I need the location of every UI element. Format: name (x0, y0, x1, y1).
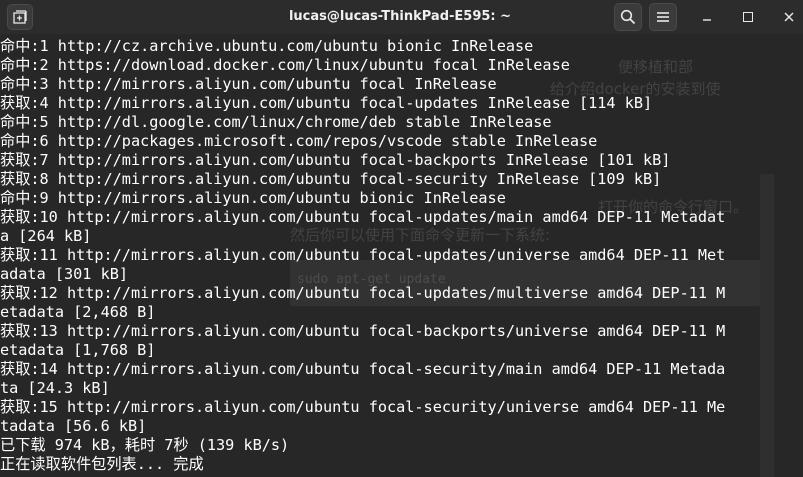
terminal-line: 获取:14 http://mirrors.aliyun.com/ubuntu f… (0, 360, 726, 378)
new-tab-icon (13, 10, 27, 24)
terminal-line: 正在读取软件包列表... 完成 (0, 455, 204, 473)
terminal-line: etadata [1,768 B] (0, 341, 156, 359)
close-icon (784, 12, 794, 22)
terminal-line: tadata [56.6 kB] (0, 417, 147, 435)
terminal-line: a [264 kB] (0, 227, 92, 245)
terminal-text: 命中:1 http://cz.archive.ubuntu.com/ubuntu… (0, 37, 725, 474)
search-icon (620, 9, 636, 25)
terminal-line: 已下载 974 kB，耗时 7秒 (139 kB/s) (0, 436, 290, 454)
terminal-line: 获取:11 http://mirrors.aliyun.com/ubuntu f… (0, 246, 726, 264)
menu-button[interactable] (649, 3, 677, 31)
terminal-line: 获取:4 http://mirrors.aliyun.com/ubuntu fo… (0, 94, 653, 112)
terminal-output-area[interactable]: 便移植和部 给介绍docker的安装到使 打开你的命令行窗口。 然后你可以使用下… (0, 34, 803, 477)
terminal-line: 获取:7 http://mirrors.aliyun.com/ubuntu fo… (0, 151, 671, 169)
maximize-icon (743, 12, 753, 22)
terminal-line: 获取:13 http://mirrors.aliyun.com/ubuntu f… (0, 322, 726, 340)
maximize-button[interactable] (738, 7, 758, 27)
terminal-line: 命中:1 http://cz.archive.ubuntu.com/ubuntu… (0, 37, 534, 55)
terminal-line: 获取:10 http://mirrors.aliyun.com/ubuntu f… (0, 208, 726, 226)
new-tab-button[interactable] (7, 4, 33, 30)
minimize-icon (703, 19, 711, 21)
terminal-line: 命中:9 http://mirrors.aliyun.com/ubuntu bi… (0, 189, 506, 207)
terminal-line: 命中:3 http://mirrors.aliyun.com/ubuntu fo… (0, 75, 497, 93)
search-button[interactable] (614, 3, 642, 31)
window-title: lucas@lucas-ThinkPad-E595: ~ (288, 9, 512, 24)
terminal-line: 命中:5 http://dl.google.com/linux/chrome/d… (0, 113, 552, 131)
terminal-line: 获取:8 http://mirrors.aliyun.com/ubuntu fo… (0, 170, 662, 188)
background-sidebar (760, 174, 774, 477)
terminal-line: adata [301 kB] (0, 265, 129, 283)
terminal-line: 获取:12 http://mirrors.aliyun.com/ubuntu f… (0, 284, 726, 302)
hamburger-menu-icon (657, 12, 669, 22)
terminal-line: etadata [2,468 B] (0, 303, 156, 321)
title-bar[interactable]: lucas@lucas-ThinkPad-E595: ~ (0, 0, 803, 35)
minimize-button[interactable] (697, 7, 717, 27)
terminal-line: 获取:15 http://mirrors.aliyun.com/ubuntu f… (0, 398, 726, 416)
close-button[interactable] (779, 7, 799, 27)
terminal-line: 命中:6 http://packages.microsoft.com/repos… (0, 132, 598, 150)
terminal-line: ta [24.3 kB] (0, 379, 110, 397)
terminal-line: 命中:2 https://download.docker.com/linux/u… (0, 56, 570, 74)
